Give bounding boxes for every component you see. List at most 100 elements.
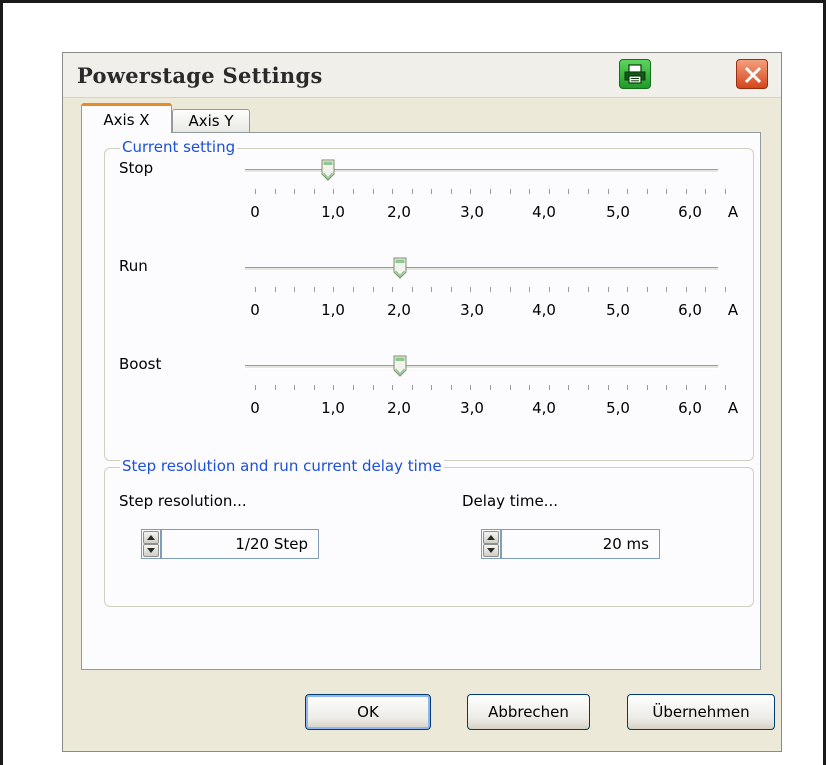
scale-label: 5,0: [606, 399, 630, 417]
tab-axis-x[interactable]: Axis X: [81, 103, 172, 133]
slider-tick: [470, 189, 472, 194]
slider-thumb[interactable]: [393, 355, 407, 377]
slider-tick: [568, 287, 570, 292]
current-setting-legend: Current setting: [120, 138, 238, 156]
page-border-top: [0, 0, 826, 3]
slider-tick: [529, 385, 531, 390]
slider-tick: [333, 287, 335, 292]
delay-time-field[interactable]: 20 ms: [501, 529, 660, 559]
slider-tick: [587, 385, 589, 390]
slider-tick: [255, 385, 256, 390]
delay-down-arrow-icon[interactable]: [483, 544, 499, 557]
apply-button[interactable]: Übernehmen: [627, 694, 775, 730]
step-group-legend: Step resolution and run current delay ti…: [120, 457, 444, 475]
step-resolution-group: Step resolution and run current delay ti…: [104, 457, 754, 607]
slider-tick: [274, 189, 276, 194]
delay-time-spinner[interactable]: [481, 529, 501, 559]
step-down-arrow-icon[interactable]: [143, 544, 159, 557]
scale-label: 5,0: [606, 203, 630, 221]
slider-tick: [548, 287, 550, 292]
scale-label: 3,0: [460, 301, 484, 319]
slider-tick: [587, 189, 589, 194]
slider-track[interactable]: [245, 267, 718, 271]
slider-tick: [568, 189, 570, 194]
title-bar[interactable]: Powerstage Settings: [63, 53, 781, 98]
tab-panel-axis-x: Current setting Stop Run Boost 0 1,0 2,0 3,…: [81, 132, 761, 670]
slider-tick: [646, 385, 648, 390]
scale-label: 1,0: [321, 203, 345, 221]
slider-ticks: [245, 189, 726, 195]
page-border-right: [823, 0, 826, 765]
slider-tick: [255, 189, 256, 194]
slider-tick: [372, 287, 374, 292]
scale-label: 6,0: [678, 203, 702, 221]
slider-tick: [313, 189, 315, 194]
scale-label: 4,0: [532, 203, 556, 221]
scale-label: 4,0: [532, 301, 556, 319]
slider-tick: [333, 385, 335, 390]
slider-tick: [705, 189, 707, 194]
scale-label: 3,0: [460, 203, 484, 221]
tab-axis-y[interactable]: Axis Y: [172, 109, 250, 133]
slider-tick: [372, 189, 374, 194]
slider-tick: [646, 287, 648, 292]
slider-tick: [509, 189, 511, 194]
step-up-arrow-icon[interactable]: [143, 531, 159, 544]
slider-track[interactable]: [245, 365, 718, 369]
delay-up-arrow-icon[interactable]: [483, 531, 499, 544]
slider-tick: [255, 287, 256, 292]
close-icon[interactable]: [736, 59, 768, 89]
slider-tick: [313, 385, 315, 390]
slider-scale: 0 1,0 2,0 3,0 4,0 5,0 6,0 A: [105, 301, 738, 321]
slider-scale: 0 1,0 2,0 3,0 4,0 5,0 6,0 A: [105, 399, 738, 419]
slider-tick: [294, 287, 296, 292]
slider-tick: [490, 189, 491, 194]
slider-tick: [509, 385, 511, 390]
slider-tick: [352, 385, 354, 390]
slider-tick: [685, 385, 687, 390]
slider-tick: [431, 189, 433, 194]
slider-tick: [646, 189, 648, 194]
slider-tick: [411, 385, 413, 390]
scale-label: 2,0: [387, 399, 411, 417]
slider-tick: [411, 189, 413, 194]
slider-tick: [274, 287, 276, 292]
scale-label: 3,0: [460, 399, 484, 417]
print-icon[interactable]: [619, 59, 651, 89]
step-resolution-field[interactable]: 1/20 Step: [161, 529, 319, 559]
slider-tick: [372, 385, 374, 390]
slider-tick: [529, 287, 531, 292]
scale-label: 6,0: [678, 301, 702, 319]
cancel-button[interactable]: Abbrechen: [467, 694, 590, 730]
slider-ticks: [245, 287, 726, 293]
slider-tick: [274, 385, 276, 390]
step-resolution-label: Step resolution...: [119, 492, 247, 510]
page-border-left: [0, 0, 3, 765]
delay-time-label: Delay time...: [462, 492, 558, 510]
slider-tick: [587, 287, 589, 292]
step-resolution-spinner[interactable]: [141, 529, 161, 559]
slider-tick: [470, 287, 472, 292]
scale-label: 1,0: [321, 399, 345, 417]
slider-tick: [548, 385, 550, 390]
slider-track[interactable]: [245, 169, 718, 173]
slider-tick: [450, 287, 452, 292]
slider-tick: [509, 287, 511, 292]
scale-label: 1,0: [321, 301, 345, 319]
slider-ticks: [245, 385, 726, 391]
slider-thumb[interactable]: [393, 257, 407, 279]
unit-label: A: [727, 301, 739, 319]
scale-label: 5,0: [606, 301, 630, 319]
scale-label: 6,0: [678, 399, 702, 417]
slider-tick: [431, 385, 433, 390]
slider-tick: [529, 189, 531, 194]
ok-button[interactable]: OK: [305, 694, 431, 730]
slider-tick: [490, 385, 491, 390]
slider-thumb[interactable]: [321, 159, 335, 181]
slider-tick: [431, 287, 433, 292]
current-setting-group: Current setting Stop Run Boost 0 1,0 2,0 3,…: [104, 138, 754, 461]
boost-label: Boost: [119, 355, 162, 373]
slider-tick: [568, 385, 570, 390]
slider-scale: 0 1,0 2,0 3,0 4,0 5,0 6,0 A: [105, 203, 738, 223]
slider-tick: [627, 189, 629, 194]
